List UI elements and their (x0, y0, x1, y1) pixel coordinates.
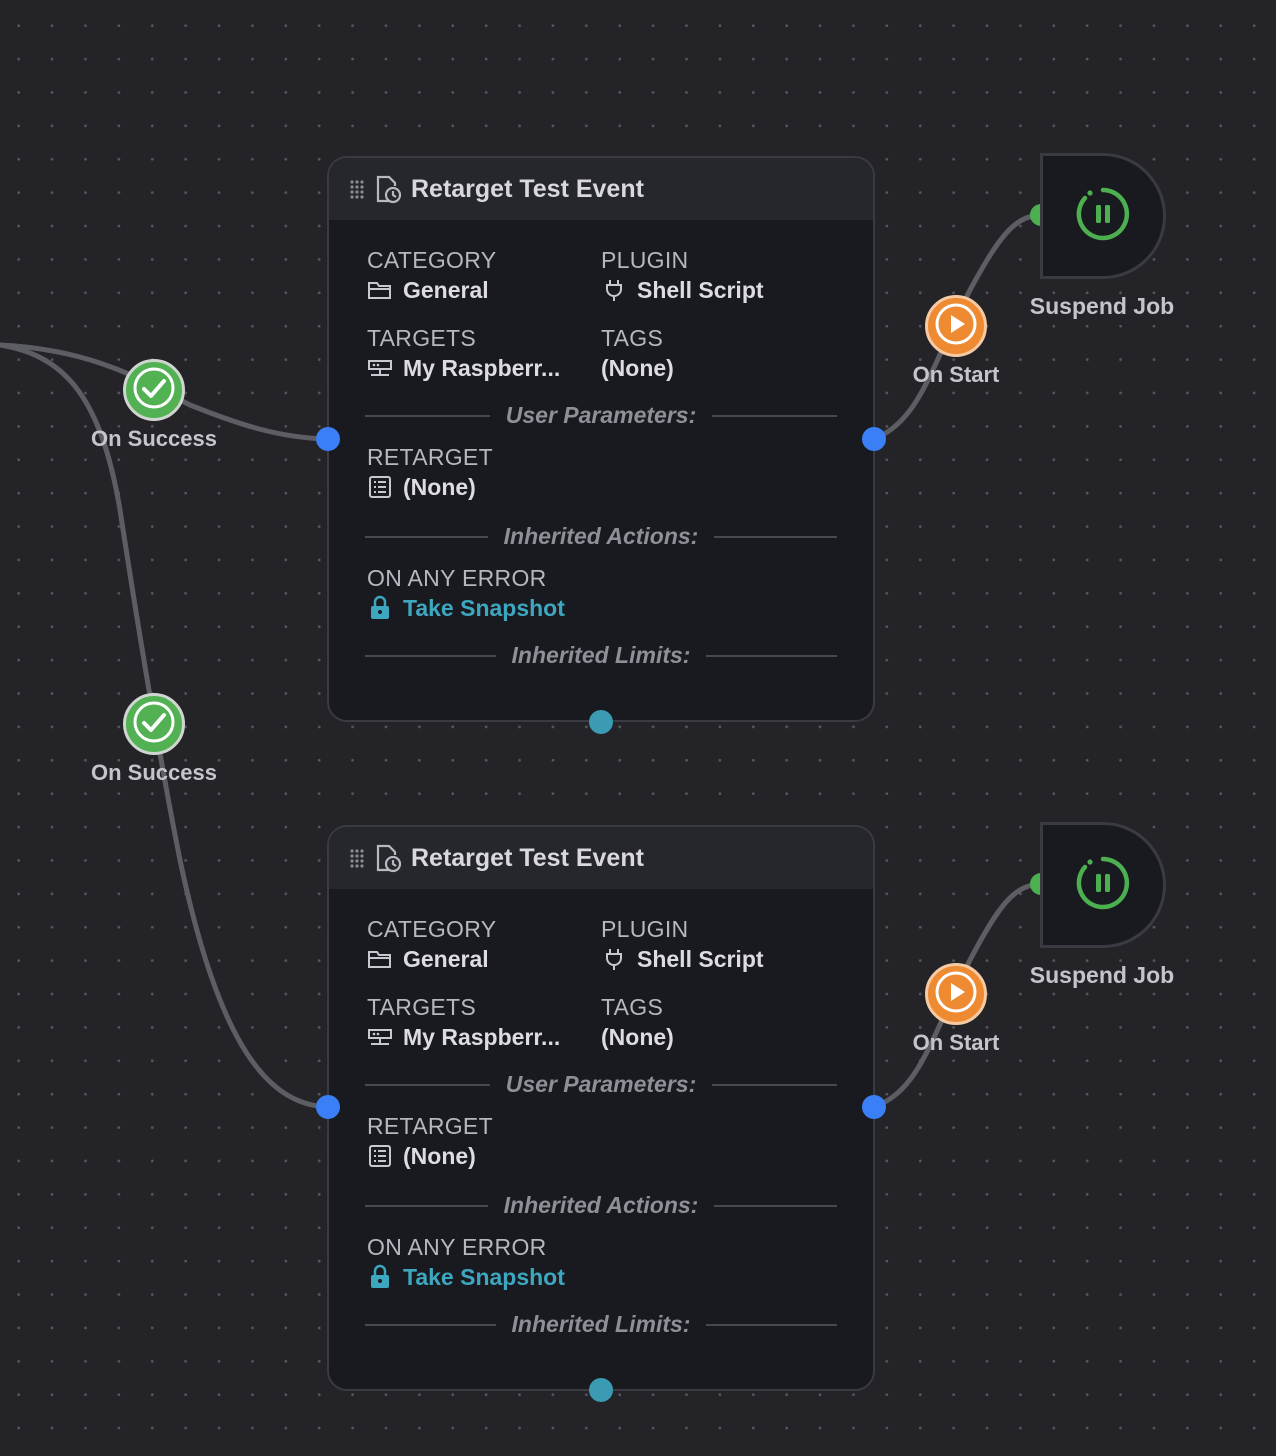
category-label: CATEGORY (367, 247, 497, 273)
tags-label: TAGS (601, 994, 664, 1020)
play-icon (934, 302, 978, 351)
inherited-limits-divider: Inherited Limits: (365, 642, 837, 669)
plugin-label: PLUGIN (601, 247, 689, 273)
node-2-input-port[interactable] (316, 1095, 340, 1119)
event-clock-icon (373, 843, 403, 873)
take-snapshot-link[interactable]: Take Snapshot (367, 1261, 767, 1293)
play-icon (934, 970, 978, 1019)
check-circle-icon (132, 366, 176, 415)
on-any-error-label: ON ANY ERROR (367, 565, 547, 591)
folder-icon (367, 947, 393, 971)
user-parameters-divider: User Parameters: (365, 1071, 838, 1098)
plug-icon (601, 947, 627, 971)
event-node-1[interactable]: Retarget Test Event CATEGORY General PLU… (327, 156, 875, 722)
suspend-job-label-2: Suspend Job (1029, 962, 1175, 988)
plug-icon (601, 278, 627, 302)
node-header[interactable]: Retarget Test Event (329, 158, 873, 220)
targets-label: TARGETS (367, 325, 477, 351)
tags-value: (None) (601, 1024, 674, 1050)
plugin-label: PLUGIN (601, 916, 689, 942)
on-success-label-2: On Success (91, 760, 217, 785)
plugin-value: Shell Script (601, 943, 835, 975)
tags-label: TAGS (601, 325, 664, 351)
on-success-label-1: On Success (91, 426, 217, 451)
inherited-actions-divider: Inherited Actions: (365, 523, 838, 550)
node-1-bottom-port[interactable] (589, 710, 613, 734)
retarget-label: RETARGET (367, 444, 493, 470)
check-circle-icon (132, 700, 176, 749)
retarget-value: (None) (367, 471, 622, 503)
node-2-bottom-port[interactable] (589, 1378, 613, 1402)
inherited-actions-divider: Inherited Actions: (365, 1192, 838, 1219)
category-label: CATEGORY (367, 916, 497, 942)
suspend-pause-icon (1074, 185, 1132, 248)
targets-value: My Raspberr... (367, 1021, 601, 1053)
suspend-job-node-1[interactable] (1040, 153, 1166, 279)
on-start-badge-1[interactable] (925, 295, 987, 357)
server-icon (367, 1025, 393, 1049)
event-node-2[interactable]: Retarget Test Event CATEGORY General PLU… (327, 825, 875, 1391)
lock-icon (367, 1264, 393, 1289)
node-1-input-port[interactable] (316, 427, 340, 451)
lock-icon (367, 595, 393, 620)
drag-handle-icon[interactable] (349, 179, 373, 199)
targets-label: TARGETS (367, 994, 477, 1020)
on-start-badge-2[interactable] (925, 963, 987, 1025)
suspend-pause-icon (1074, 854, 1132, 917)
tags-value: (None) (601, 355, 674, 381)
node-title: Retarget Test Event (411, 174, 644, 203)
on-success-badge-1[interactable] (123, 359, 185, 421)
targets-value: My Raspberr... (367, 352, 601, 384)
take-snapshot-link[interactable]: Take Snapshot (367, 592, 767, 624)
drag-handle-icon[interactable] (349, 848, 373, 868)
server-icon (367, 356, 393, 380)
suspend-job-label-1: Suspend Job (1029, 293, 1175, 319)
on-success-badge-2[interactable] (123, 693, 185, 755)
list-icon (367, 475, 393, 499)
retarget-label: RETARGET (367, 1113, 493, 1139)
plugin-value: Shell Script (601, 274, 835, 306)
on-start-label-2: On Start (912, 1030, 1000, 1055)
node-title: Retarget Test Event (411, 843, 644, 872)
on-any-error-label: ON ANY ERROR (367, 1234, 547, 1260)
event-clock-icon (373, 174, 403, 204)
node-header[interactable]: Retarget Test Event (329, 827, 873, 889)
user-parameters-divider: User Parameters: (365, 402, 838, 429)
node-2-output-port[interactable] (862, 1095, 886, 1119)
folder-icon (367, 278, 393, 302)
list-icon (367, 1144, 393, 1168)
on-start-label-1: On Start (912, 362, 1000, 387)
node-1-output-port[interactable] (862, 427, 886, 451)
inherited-limits-divider: Inherited Limits: (365, 1311, 837, 1338)
category-value: General (367, 943, 601, 975)
category-value: General (367, 274, 601, 306)
suspend-job-node-2[interactable] (1040, 822, 1166, 948)
retarget-value: (None) (367, 1140, 622, 1172)
